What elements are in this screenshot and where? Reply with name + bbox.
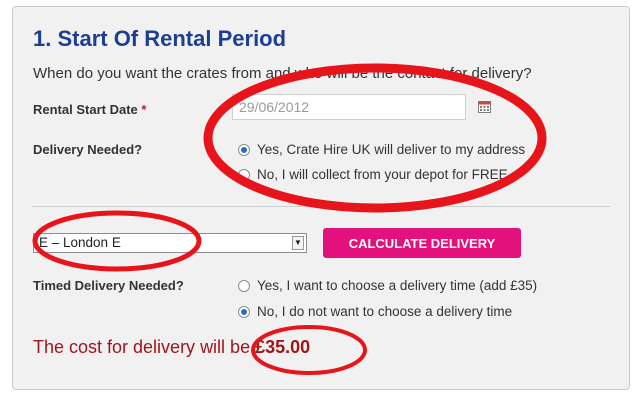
section-question: When do you want the crates from and who… xyxy=(33,65,532,82)
delivery-yes-option[interactable]: Yes, Crate Hire UK will deliver to my ad… xyxy=(238,142,525,157)
delivery-no-radio[interactable] xyxy=(238,168,250,181)
delivery-cost-amount: £35.00 xyxy=(255,337,311,357)
postcode-area-selected: E – London E xyxy=(39,235,121,250)
delivery-no-option[interactable]: No, I will collect from your depot for F… xyxy=(238,167,508,182)
section-divider xyxy=(32,206,610,207)
timed-delivery-label: Timed Delivery Needed? xyxy=(33,278,184,293)
timed-no-radio[interactable] xyxy=(238,305,250,318)
rental-period-panel xyxy=(12,6,630,390)
delivery-needed-label: Delivery Needed? xyxy=(33,142,143,157)
section-title: 1. Start Of Rental Period xyxy=(33,26,287,51)
rental-start-date-label-text: Rental Start Date xyxy=(33,102,138,117)
rental-start-date-input[interactable] xyxy=(232,94,466,120)
timed-yes-option[interactable]: Yes, I want to choose a delivery time (a… xyxy=(238,278,537,293)
delivery-cost: The cost for delivery will be £35.00 xyxy=(33,337,310,358)
timed-yes-radio[interactable] xyxy=(238,279,250,292)
delivery-yes-radio[interactable] xyxy=(238,143,250,156)
calculate-delivery-button[interactable]: CALCULATE DELIVERY xyxy=(323,228,521,258)
timed-yes-label: Yes, I want to choose a delivery time (a… xyxy=(257,278,538,293)
timed-no-option[interactable]: No, I do not want to choose a delivery t… xyxy=(238,304,512,319)
delivery-cost-text: The cost for delivery will be xyxy=(33,337,251,357)
postcode-area-select[interactable]: E – London E ▼ xyxy=(33,233,307,253)
delivery-yes-label: Yes, Crate Hire UK will deliver to my ad… xyxy=(257,142,526,157)
dropdown-arrow-icon[interactable]: ▼ xyxy=(292,236,304,250)
calendar-icon[interactable] xyxy=(478,100,491,113)
required-mark: * xyxy=(141,102,147,117)
delivery-no-label: No, I will collect from your depot for F… xyxy=(257,167,508,182)
rental-start-date-label: Rental Start Date * xyxy=(33,102,146,117)
timed-no-label: No, I do not want to choose a delivery t… xyxy=(257,304,513,319)
